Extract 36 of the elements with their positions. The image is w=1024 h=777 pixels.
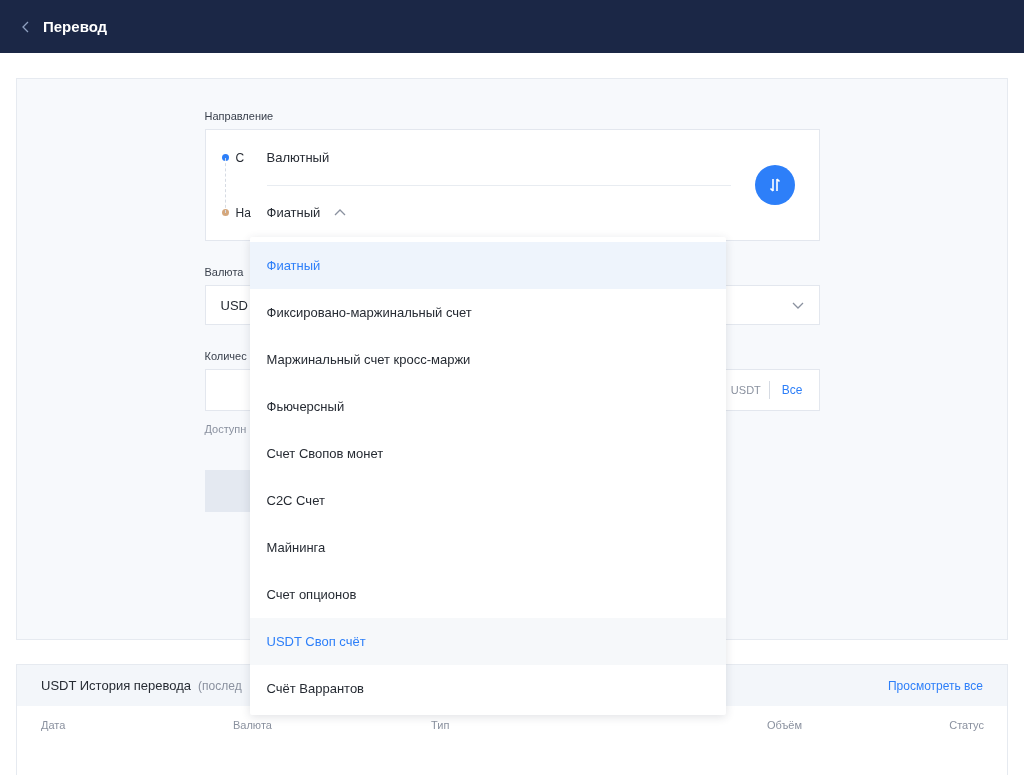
- all-button[interactable]: Все: [781, 383, 803, 397]
- page-title: Перевод: [43, 18, 108, 35]
- account-select[interactable]: Фиатный: [266, 185, 731, 240]
- direction-prefix: С: [235, 150, 246, 165]
- dropdown-option[interactable]: Фьючерсный: [249, 383, 726, 430]
- history-title: USDT История перевода: [41, 678, 192, 693]
- column-header: Статус: [948, 719, 984, 731]
- dropdown-option[interactable]: Фиатный: [249, 242, 726, 289]
- account-value: Валютный: [266, 129, 731, 186]
- dropdown-option[interactable]: USDT Своп счёт: [249, 618, 726, 665]
- dropdown-option[interactable]: Счет опционов: [249, 571, 726, 618]
- available-text: Доступн: [204, 423, 248, 435]
- column-header: Дата: [41, 719, 67, 731]
- dot-icon: [221, 209, 229, 216]
- dropdown-option[interactable]: C2C Счет: [249, 477, 726, 524]
- direction-prefix: На: [235, 205, 252, 220]
- column-header: Валюта: [233, 719, 273, 731]
- column-header: Объём: [765, 719, 802, 731]
- history-subtitle: (послед: [198, 679, 242, 693]
- chevron-left-icon: [22, 20, 29, 33]
- view-all-link[interactable]: Просмотреть все: [887, 678, 983, 693]
- currency-value: USD: [220, 297, 248, 313]
- dropdown-option[interactable]: Фиксировано-маржинальный счет: [249, 289, 726, 336]
- field-label: Валюта: [204, 266, 244, 278]
- dropdown-option[interactable]: Маржинальный счет кросс-маржи: [249, 336, 726, 383]
- dropdown-option[interactable]: Майнинга: [249, 524, 726, 571]
- unit-label: USDT: [730, 384, 761, 396]
- chevron-down-icon: [791, 301, 804, 309]
- dropdown-option[interactable]: Счет Свопов монет: [249, 430, 726, 477]
- field-label: Количес: [204, 350, 247, 362]
- column-header: Тип: [431, 719, 451, 731]
- swap-arrows-icon: [768, 178, 781, 192]
- field-label: Направление: [204, 110, 274, 122]
- dropdown-option[interactable]: Счёт Варрантов: [249, 665, 726, 712]
- dot-icon: [221, 154, 229, 161]
- swap-button[interactable]: [754, 165, 795, 205]
